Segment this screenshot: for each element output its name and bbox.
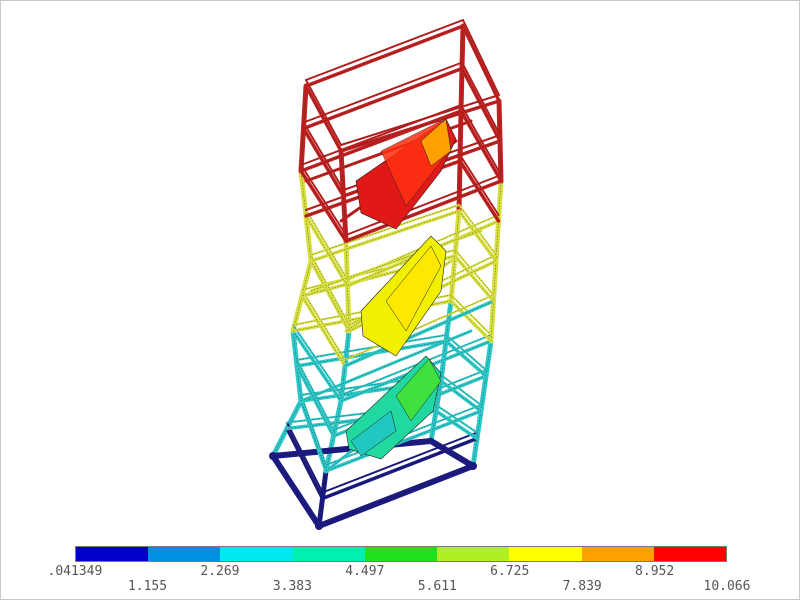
contour-legend-bar xyxy=(75,546,727,562)
legend-swatch-4 xyxy=(292,547,365,561)
legend-value-5: 5.611 xyxy=(417,579,457,594)
legend-value-1: 1.155 xyxy=(127,579,168,594)
legend-swatch-6 xyxy=(437,547,510,561)
legend-swatch-3 xyxy=(220,547,293,561)
legend-value-3: 3.383 xyxy=(272,579,312,594)
legend-value-6: 6.725 xyxy=(490,564,530,579)
base-support-node-1 xyxy=(315,522,323,530)
legend-swatch-2 xyxy=(148,547,221,561)
legend-swatch-7 xyxy=(509,547,582,561)
plot-viewport: .041349 1.155 2.269 3.383 4.497 5.611 6.725 7.8… xyxy=(0,0,800,600)
legend-value-4: 4.497 xyxy=(345,564,385,579)
legend-value-2: 2.269 xyxy=(200,564,240,579)
base-support-node-0 xyxy=(269,452,277,460)
legend-swatch-1 xyxy=(76,547,149,561)
base-support-node-2 xyxy=(469,462,477,470)
legend-value-0: .041349 xyxy=(47,564,103,579)
legend-swatch-8 xyxy=(581,547,654,561)
deformed-structure-contour-plot xyxy=(269,19,504,530)
legend-swatch-5 xyxy=(364,547,438,561)
legend-value-8: 8.952 xyxy=(635,564,675,579)
legend-value-7: 7.839 xyxy=(562,579,602,594)
legend-swatch-9 xyxy=(653,547,726,561)
legend-value-9: 10.066 xyxy=(703,579,751,594)
